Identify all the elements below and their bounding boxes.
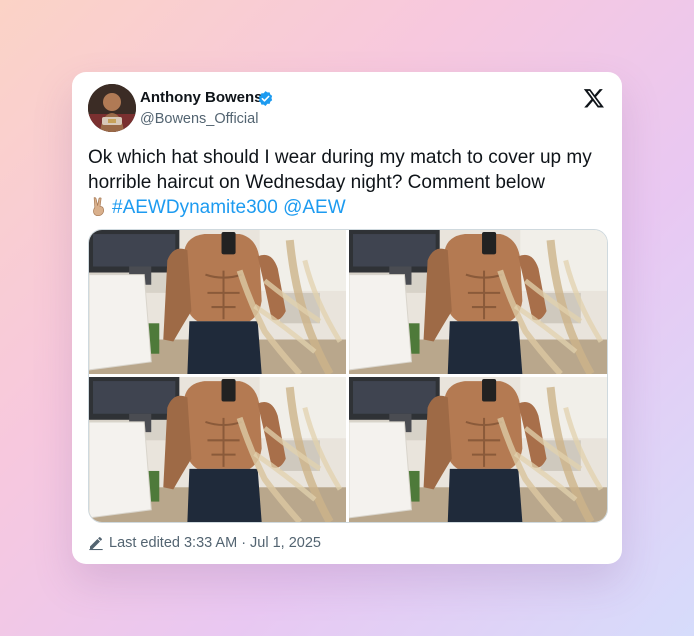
author-handle[interactable]: @Bowens_Official — [140, 111, 258, 127]
mention-link[interactable]: @AEW — [283, 197, 346, 218]
tweet-body: Ok which hat should I wear during my mat… — [88, 147, 592, 193]
avatar-image — [88, 84, 136, 132]
hashtag-link[interactable]: #AEWDynamite300 — [112, 197, 278, 218]
photo-4[interactable] — [349, 377, 607, 522]
tweet-card: Anthony Bowens @Bowens_Official Ok which… — [72, 72, 622, 564]
edited-footer[interactable]: Last edited 3:33 AM · Jul 1, 2025 — [88, 533, 321, 553]
photo-2[interactable] — [349, 230, 607, 374]
victory-hand-emoji — [93, 197, 105, 217]
pencil-icon — [89, 537, 103, 551]
media-grid — [88, 229, 608, 523]
mirror-selfie-photo-1 — [89, 230, 346, 374]
photo-3[interactable] — [89, 377, 346, 522]
author-name[interactable]: Anthony Bowens — [140, 89, 263, 106]
mirror-selfie-photo-2 — [349, 230, 607, 374]
tweet-text: Ok which hat should I wear during my mat… — [88, 145, 608, 220]
photo-1[interactable] — [89, 230, 346, 374]
x-logo-icon[interactable] — [583, 87, 605, 109]
avatar[interactable] — [88, 84, 136, 132]
mirror-selfie-photo-3 — [89, 377, 346, 522]
edited-timestamp: Last edited 3:33 AM · Jul 1, 2025 — [109, 535, 321, 551]
verified-badge-icon — [258, 91, 273, 106]
mirror-selfie-photo-4 — [349, 377, 607, 522]
